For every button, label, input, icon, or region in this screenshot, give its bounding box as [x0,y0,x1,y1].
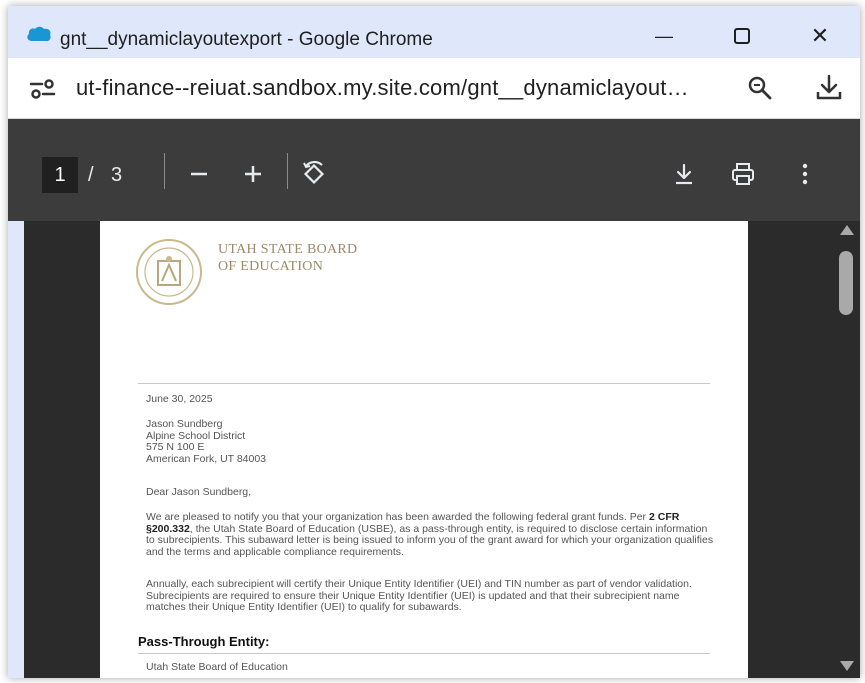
browser-window: gnt__dynamiclayoutexport - Google Chrome… [8,6,860,678]
title-bar[interactable]: gnt__dynamiclayoutexport - Google Chrome… [8,6,860,58]
more-options-button[interactable] [788,157,822,191]
recipient-street: 575 N 100 E [146,441,205,453]
minus-icon [191,172,207,176]
download-icon[interactable] [814,72,844,102]
minimize-button[interactable]: — [634,16,694,56]
page-total: 3 [111,164,123,186]
close-icon: ✕ [810,23,830,48]
header-divider [138,383,710,384]
recipient-block: Jason Sundberg Alpine School District 57… [146,418,714,465]
page-separator: / [88,164,94,186]
letter-date: June 30, 2025 [146,393,213,405]
address-bar: ut-finance--reiuat.sandbox.my.site.com/g… [8,58,860,119]
pdf-toolbar: 1 / 3 [8,119,860,221]
org-name-line1: UTAH STATE BOARD [218,242,358,257]
scroll-down-arrow-icon[interactable] [840,661,854,671]
paragraph-1: We are pleased to notify you that your o… [146,511,714,558]
zoom-out-button[interactable] [182,157,216,191]
toolbar-divider [287,153,288,189]
maximize-button[interactable] [712,16,772,56]
recipient-org: Alpine School District [146,429,246,442]
print-icon [732,163,754,185]
toolbar-divider [164,153,165,189]
paragraph-2: Annually, each subrecipient will certify… [146,578,692,613]
url-text[interactable]: ut-finance--reiuat.sandbox.my.site.com/g… [76,75,689,101]
org-name-line2: OF EDUCATION [218,259,324,274]
rotate-button[interactable] [297,157,331,191]
more-vert-icon [802,163,808,185]
rotate-icon [303,160,325,185]
recipient-name: Jason Sundberg [146,418,223,430]
maximize-icon [734,28,750,44]
pdf-download-button[interactable] [667,157,701,191]
zoom-icon[interactable] [746,74,774,102]
org-name: UTAH STATE BOARD OF EDUCATION [218,241,357,275]
salesforce-cloud-icon [27,26,51,42]
minimize-icon: — [655,25,673,46]
scrollbar[interactable] [832,221,860,678]
recipient-city: American Fork, UT 84003 [146,452,267,465]
window-title: gnt__dynamiclayoutexport - Google Chrome [60,29,433,50]
plus-icon [245,166,261,182]
scroll-up-arrow-icon[interactable] [840,225,854,235]
close-button[interactable]: ✕ [790,16,850,56]
section-heading: Pass-Through Entity: [138,634,270,649]
paragraph-1-text-b: , the Utah State Board of Education (USB… [146,522,714,558]
usbe-seal-logo [136,239,202,305]
paragraph-1-bold-a: 2 [648,511,655,523]
section-divider [138,653,710,654]
paragraph-1-text-a: We are pleased to notify you that your o… [146,511,649,523]
section-first-line: Utah State Board of Education [146,661,288,673]
scrollbar-thumb[interactable] [839,251,853,315]
print-button[interactable] [726,157,760,191]
salutation: Dear Jason Sundberg, [146,486,252,498]
pdf-page: UTAH STATE BOARD OF EDUCATION June 30, 2… [100,221,748,678]
tune-icon[interactable] [28,74,58,104]
pdf-viewer[interactable]: UTAH STATE BOARD OF EDUCATION June 30, 2… [24,221,860,678]
page-number-input[interactable]: 1 [42,157,78,193]
zoom-in-button[interactable] [236,157,270,191]
download-icon [676,163,692,185]
